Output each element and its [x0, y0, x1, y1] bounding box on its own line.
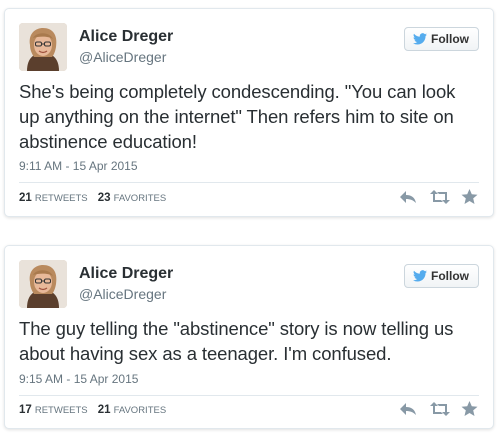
retweet-label[interactable]: RETWEETS	[35, 193, 88, 204]
favorite-label[interactable]: FAVORITES	[114, 193, 167, 204]
tweet-stats: 17 RETWEETS 21 FAVORITES	[19, 404, 173, 416]
retweet-icon[interactable]	[430, 189, 450, 205]
reply-icon[interactable]	[399, 401, 417, 417]
tweet-actions	[399, 189, 479, 205]
favorite-count[interactable]: 21	[98, 404, 111, 416]
display-name[interactable]: Alice Dreger	[79, 264, 173, 284]
tweet-text: She's being completely condescending. "Y…	[19, 81, 456, 152]
display-name[interactable]: Alice Dreger	[79, 27, 173, 47]
user-names: Alice Dreger @AliceDreger	[79, 264, 173, 303]
favorite-count[interactable]: 23	[98, 192, 111, 204]
timestamp[interactable]: 9:15 AM - 15 Apr 2015	[19, 372, 138, 386]
tweet-card: Alice Dreger @AliceDreger Follow She's b…	[4, 8, 494, 217]
twitter-bird-icon	[413, 270, 427, 282]
tweet-text: The guy telling the "abstinence" story i…	[19, 318, 454, 364]
follow-button[interactable]: Follow	[404, 27, 479, 51]
retweet-count[interactable]: 21	[19, 192, 32, 204]
screen-name[interactable]: @AliceDreger	[79, 285, 173, 303]
follow-button[interactable]: Follow	[404, 264, 479, 288]
follow-label: Follow	[431, 32, 469, 46]
user-names: Alice Dreger @AliceDreger	[79, 27, 173, 66]
avatar[interactable]	[19, 260, 67, 308]
retweet-count[interactable]: 17	[19, 404, 32, 416]
retweet-icon[interactable]	[430, 401, 450, 417]
divider	[19, 182, 479, 183]
tweet-card: Alice Dreger @AliceDreger Follow The guy…	[4, 245, 494, 429]
tweet-stats: 21 RETWEETS 23 FAVORITES	[19, 192, 173, 204]
divider	[19, 395, 479, 396]
retweet-label[interactable]: RETWEETS	[35, 405, 88, 416]
tweet-actions	[399, 401, 479, 417]
star-icon[interactable]	[461, 401, 479, 417]
star-icon[interactable]	[461, 189, 479, 205]
tweet-header: Alice Dreger @AliceDreger Follow	[19, 23, 479, 73]
screen-name[interactable]: @AliceDreger	[79, 48, 173, 66]
avatar[interactable]	[19, 23, 67, 71]
favorite-label[interactable]: FAVORITES	[114, 405, 167, 416]
timestamp[interactable]: 9:11 AM - 15 Apr 2015	[19, 159, 138, 173]
tweet-header: Alice Dreger @AliceDreger Follow	[19, 260, 479, 310]
reply-icon[interactable]	[399, 189, 417, 205]
follow-label: Follow	[431, 269, 469, 283]
twitter-bird-icon	[413, 33, 427, 45]
